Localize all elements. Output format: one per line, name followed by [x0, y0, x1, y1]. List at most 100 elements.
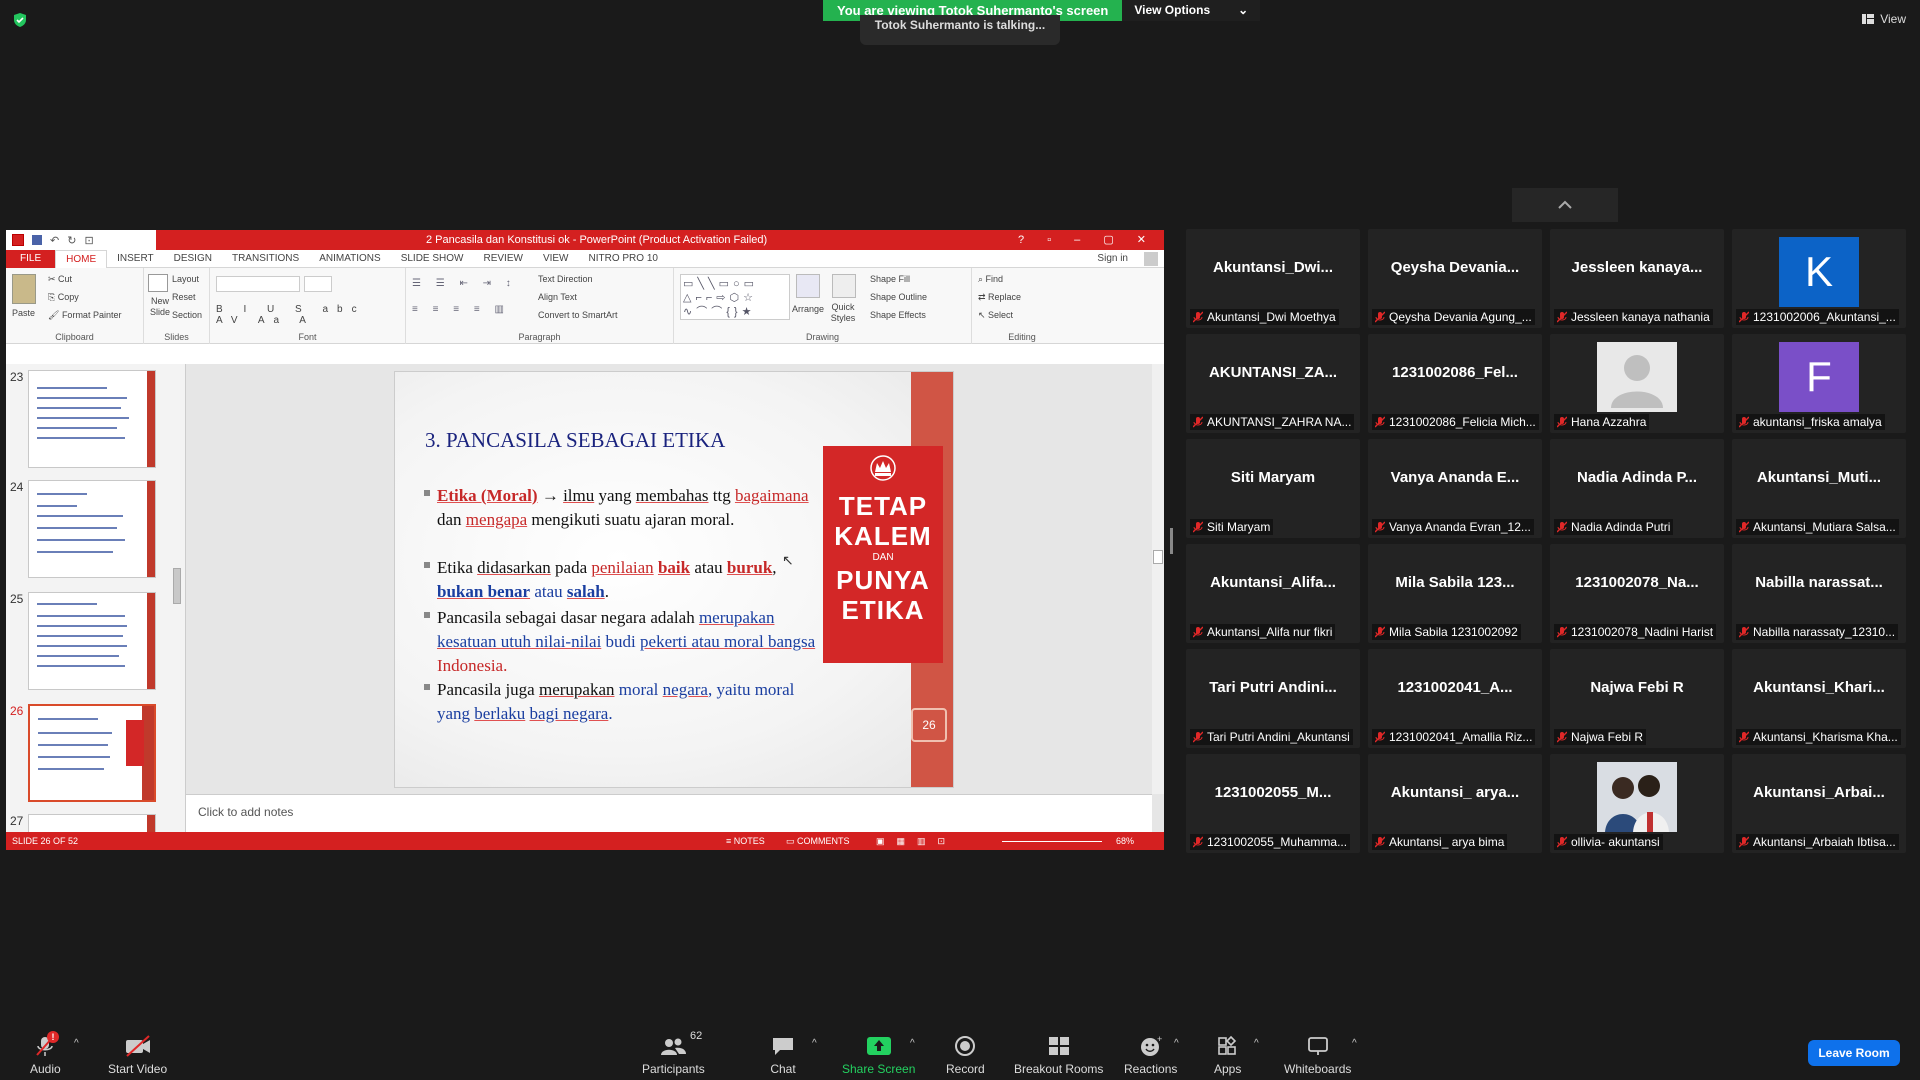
apps-button[interactable]: Apps [1214, 1034, 1241, 1076]
thumbnail-scrollbar[interactable] [172, 368, 182, 828]
shared-screen[interactable]: ↶ ↻ ⊡ 2 Pancasila dan Konstitusi ok - Po… [6, 230, 1164, 850]
participant-tile[interactable]: Jessleen kanaya... Jessleen kanaya nathan… [1550, 229, 1724, 328]
participant-tile[interactable]: Vanya Ananda E... Vanya Ananda Evran_12..… [1368, 439, 1542, 538]
participant-tile[interactable]: 1231002055_M... 1231002055_Muhamma... [1186, 754, 1360, 853]
participant-tile[interactable]: Akuntansi_Arbai... Akuntansi_Arbaiah Ibti… [1732, 754, 1906, 853]
tab-home[interactable]: HOME [55, 249, 108, 268]
arrange-icon[interactable] [796, 274, 820, 298]
start-video-button[interactable]: Start Video [108, 1034, 167, 1076]
share-screen-button[interactable]: Share Screen [842, 1034, 915, 1076]
new-slide-icon[interactable] [148, 274, 168, 292]
shapes-gallery[interactable]: ▭╲╲▭○▭ △⌐⌐⇨⬡☆ ∿⌒⌒{}★ [680, 274, 790, 320]
slide-thumbnail-23[interactable] [28, 370, 156, 468]
account-icon[interactable] [1144, 251, 1158, 266]
font-size-select[interactable] [304, 276, 332, 292]
chat-options-caret[interactable]: ^ [812, 1038, 817, 1049]
zoom-level[interactable]: 68% [1116, 836, 1134, 846]
slide-thumbnail-25[interactable] [28, 592, 156, 690]
notes-button[interactable]: ≡ NOTES [726, 836, 765, 846]
reactions-button[interactable]: + Reactions [1124, 1034, 1177, 1076]
shape-outline-button[interactable]: Shape Outline [870, 288, 927, 306]
arrange-button[interactable]: Arrange [792, 304, 824, 314]
select-button[interactable]: ↖ Select [978, 306, 1021, 324]
paste-button[interactable]: Paste [12, 308, 35, 318]
slide-thumbnail-26[interactable] [28, 704, 156, 802]
participant-tile[interactable]: 1231002041_A... 1231002041_Amallia Riz... [1368, 649, 1542, 748]
slide-thumbnail-pane[interactable]: 23 24 25 26 27 [6, 364, 186, 834]
participant-tile[interactable]: Qeysha Devania... Qeysha Devania Agung_..… [1368, 229, 1542, 328]
participant-tile[interactable]: Nadia Adinda P... Nadia Adinda Putri [1550, 439, 1724, 538]
redo-icon[interactable]: ↻ [67, 234, 76, 247]
reset-button[interactable]: Reset [172, 288, 202, 306]
view-button[interactable]: View [1862, 12, 1906, 26]
record-button[interactable]: Record [946, 1034, 985, 1076]
text-direction-button[interactable]: Text Direction [538, 270, 618, 288]
shape-effects-button[interactable]: Shape Effects [870, 306, 927, 324]
apps-options-caret[interactable]: ^ [1254, 1038, 1259, 1049]
participant-tile[interactable]: Hana Azzahra [1550, 334, 1724, 433]
breakout-rooms-button[interactable]: Breakout Rooms [1014, 1034, 1103, 1076]
copy-button[interactable]: ⎘ Copy [48, 288, 121, 306]
slide-thumbnail-24[interactable] [28, 480, 156, 578]
slide-thumbnail-27[interactable] [28, 814, 156, 834]
shape-fill-button[interactable]: Shape Fill [870, 270, 927, 288]
collapse-gallery-button[interactable] [1512, 188, 1618, 222]
participant-tile[interactable]: Akuntansi_Khari... Akuntansi_Kharisma Kha… [1732, 649, 1906, 748]
view-mode-buttons[interactable]: ▣▦▥⊡ [876, 836, 957, 847]
chat-button[interactable]: Chat [770, 1034, 796, 1076]
comments-button[interactable]: ▭ COMMENTS [786, 836, 850, 847]
replace-button[interactable]: ⇄ Replace [978, 288, 1021, 306]
slide-scrollbar[interactable] [1152, 364, 1164, 794]
participant-tile[interactable]: Siti Maryam Siti Maryam [1186, 439, 1360, 538]
whiteboards-options-caret[interactable]: ^ [1352, 1038, 1357, 1049]
align-buttons[interactable]: ≡ ≡ ≡ ≡ ▥ [412, 304, 510, 315]
tab-slide-show[interactable]: SLIDE SHOW [391, 253, 474, 264]
participant-tile[interactable]: 1231002078_Na... 1231002078_Nadini Harist [1550, 544, 1724, 643]
participant-tile[interactable]: Mila Sabila 123... Mila Sabila 1231002092 [1368, 544, 1542, 643]
convert-smartart-button[interactable]: Convert to SmartArt [538, 306, 618, 324]
slideshow-icon[interactable]: ⊡ [84, 234, 93, 247]
font-name-select[interactable] [216, 276, 300, 292]
participant-tile[interactable]: Fakuntansi_friska amalya [1732, 334, 1906, 433]
leave-room-button[interactable]: Leave Room [1808, 1040, 1900, 1066]
tab-review[interactable]: REVIEW [473, 253, 532, 264]
audio-options-caret[interactable]: ^ [74, 1038, 79, 1049]
participant-tile[interactable]: Tari Putri Andini... Tari Putri Andini_Ak… [1186, 649, 1360, 748]
notes-area[interactable]: Click to add notes [186, 794, 1152, 832]
share-options-caret[interactable]: ^ [910, 1038, 915, 1049]
sign-in-link[interactable]: Sign in [1087, 253, 1138, 264]
participant-tile[interactable]: ollivia- akuntansi [1550, 754, 1724, 853]
list-buttons[interactable]: ☰ ☰ ⇤ ⇥ ↕ [412, 278, 517, 289]
tab-animations[interactable]: ANIMATIONS [309, 253, 390, 264]
reactions-options-caret[interactable]: ^ [1174, 1038, 1179, 1049]
encryption-shield-icon[interactable] [12, 12, 28, 28]
tab-transitions[interactable]: TRANSITIONS [222, 253, 309, 264]
section-button[interactable]: Section [172, 306, 202, 324]
undo-icon[interactable]: ↶ [50, 234, 59, 247]
tab-design[interactable]: DESIGN [164, 253, 222, 264]
font-format-buttons[interactable]: B I U S abc AV Aa A [216, 304, 405, 326]
new-slide-button[interactable]: New Slide [146, 296, 174, 318]
window-controls[interactable]: ? ▫ – ▢ ✕ [1018, 233, 1156, 246]
layout-button[interactable]: Layout [172, 270, 202, 288]
tab-file[interactable]: FILE [6, 249, 56, 268]
tab-insert[interactable]: INSERT [107, 253, 164, 264]
participant-tile[interactable]: Akuntansi_Alifa... Akuntansi_Alifa nur fi… [1186, 544, 1360, 643]
participant-tile[interactable]: 1231002086_Fel... 1231002086_Felicia Mich… [1368, 334, 1542, 433]
tab-nitro[interactable]: NITRO PRO 10 [579, 253, 668, 264]
cut-button[interactable]: ✂ Cut [48, 270, 121, 288]
participant-tile[interactable]: Akuntansi_ arya... Akuntansi_ arya bima [1368, 754, 1542, 853]
tab-view[interactable]: VIEW [533, 253, 579, 264]
participant-tile[interactable]: K 1231002006_Akuntansi_... [1732, 229, 1906, 328]
participant-tile[interactable]: Akuntansi_Dwi... Akuntansi_Dwi Moethya [1186, 229, 1360, 328]
quick-styles-button[interactable]: Quick Styles [826, 302, 860, 324]
share-splitter[interactable] [1170, 528, 1173, 554]
save-icon[interactable] [32, 235, 42, 245]
align-text-button[interactable]: Align Text [538, 288, 618, 306]
zoom-slider[interactable] [1002, 841, 1102, 842]
participant-tile[interactable]: Akuntansi_Muti... Akuntansi_Mutiara Salsa… [1732, 439, 1906, 538]
participant-tile[interactable]: Najwa Febi R Najwa Febi R [1550, 649, 1724, 748]
whiteboards-button[interactable]: Whiteboards [1284, 1034, 1351, 1076]
quick-styles-icon[interactable] [832, 274, 856, 298]
paste-icon[interactable] [12, 274, 36, 304]
